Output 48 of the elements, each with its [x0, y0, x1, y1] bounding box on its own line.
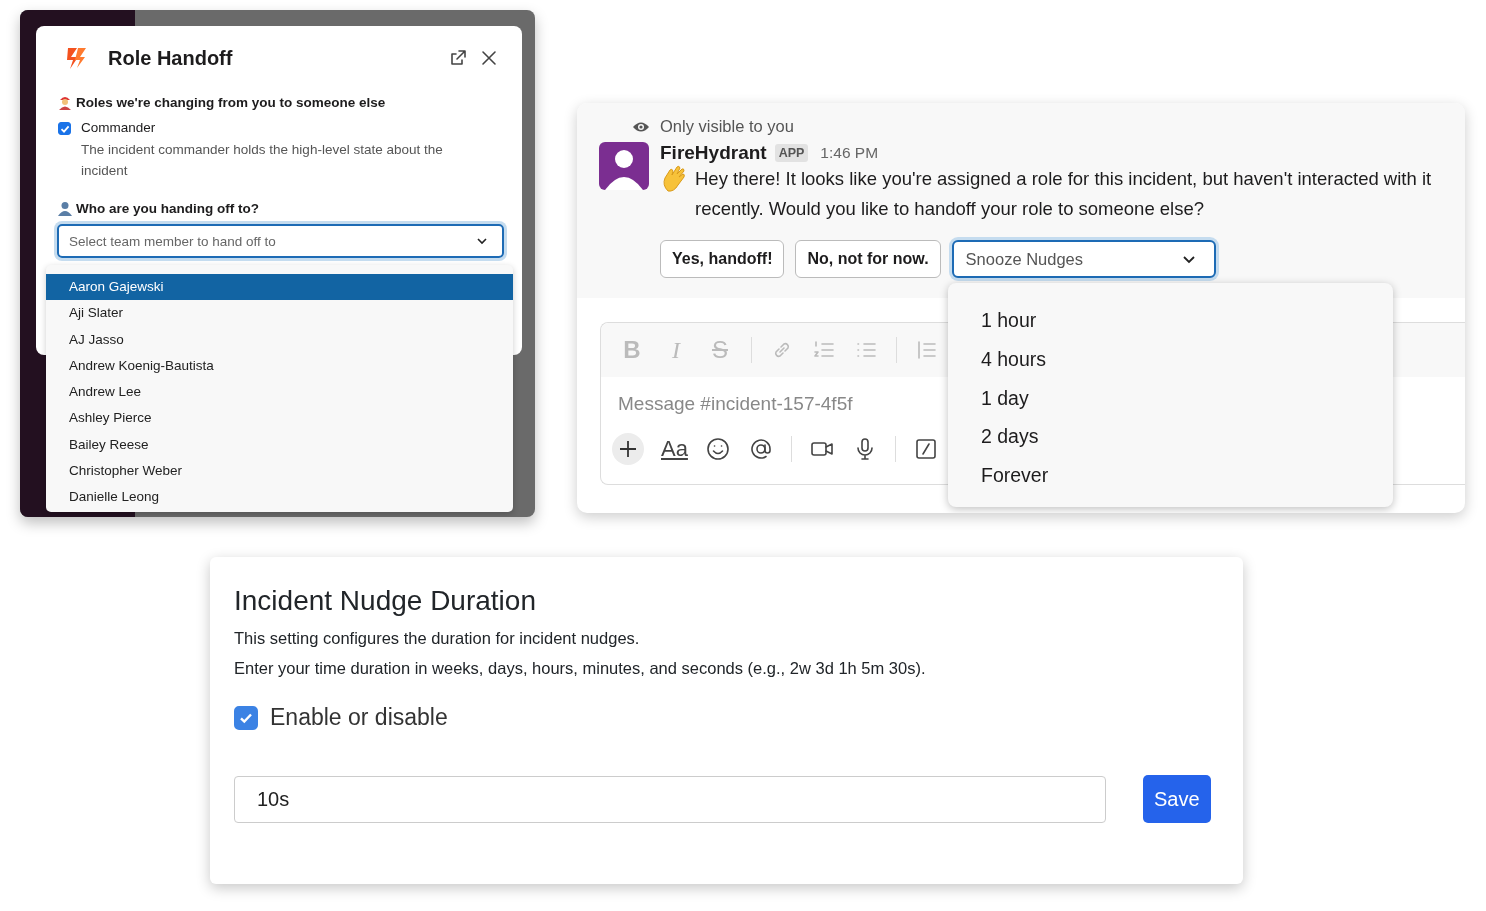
checkbox-label: Enable or disable — [270, 704, 448, 731]
action-button[interactable]: Yes, handoff! — [660, 240, 785, 278]
chevron-down-icon — [476, 235, 488, 247]
emoji-icon[interactable] — [704, 436, 731, 462]
checkbox[interactable] — [234, 705, 258, 730]
dropdown-option[interactable]: 1 hour — [948, 301, 1393, 340]
role-name: Commander — [81, 120, 157, 135]
message-text: Hey there! It looks like you're assigned a role for this incident, but haven't interacted with it recently. Would you like to handoff your role to someone else? — [695, 167, 1433, 221]
message-input[interactable]: Message #incident-157-4f5f — [618, 393, 853, 415]
dropdown-option[interactable]: Andrew Koenig-Bautista — [46, 352, 513, 380]
check-icon — [59, 123, 70, 134]
visibility-note: Only visible to you — [660, 117, 794, 136]
close-icon[interactable] — [480, 49, 498, 67]
avatar-icon — [599, 142, 649, 190]
plus-icon[interactable] — [612, 433, 644, 465]
settings-title: Incident Nudge Duration — [234, 585, 537, 617]
checkbox[interactable] — [58, 122, 71, 135]
firefighter-icon — [58, 94, 72, 110]
app-badge: APP — [774, 144, 809, 162]
timestamp: 1:46 PM — [820, 144, 879, 162]
select-field[interactable]: Snooze Nudges — [951, 240, 1216, 278]
dropdown-option[interactable]: 1 day — [948, 378, 1393, 418]
person-icon — [58, 201, 72, 216]
dropdown-option[interactable]: Bailey Reese — [46, 431, 513, 459]
save-button[interactable]: Save — [1143, 775, 1211, 823]
dropdown-option[interactable]: AJ Jasso — [46, 326, 513, 353]
external-link-icon[interactable] — [449, 49, 467, 67]
duration-field[interactable]: 10s — [234, 775, 1106, 823]
dropdown-option[interactable]: Forever — [948, 456, 1393, 495]
dropdown-option[interactable]: 4 hours — [948, 339, 1393, 379]
dropdown-option[interactable]: Andrew Lee — [46, 379, 513, 406]
sender-name: FireHydrant — [660, 142, 767, 164]
action-button[interactable]: No, not for now. — [795, 240, 941, 278]
text-format-button[interactable]: Aa — [661, 436, 688, 462]
dropdown-option[interactable]: Ashley Pierce — [46, 405, 513, 432]
section-heading: Roles we're changing from you to someone else — [76, 94, 386, 110]
dropdown-option[interactable]: Aaron Gajewski — [46, 274, 513, 301]
dropdown-option[interactable]: Christopher Weber — [46, 458, 513, 485]
modal-title: Role Handoff — [108, 46, 234, 70]
settings-hint: Enter your time duration in weeks, days, hours, minutes, and seconds (e.g., 2w 3d 1h 5m 30s). — [234, 659, 927, 678]
role-description: The incident commander holds the high-level state about the incident — [81, 141, 444, 180]
select-field[interactable]: Select team member to hand off to — [57, 224, 504, 258]
section-heading: Who are you handing off to? — [76, 201, 259, 216]
settings-description: This setting configures the duration for incident nudges. — [234, 629, 641, 648]
dropdown-option[interactable]: 2 days — [948, 417, 1393, 457]
dropdown-option[interactable]: Danielle Leong — [46, 484, 513, 511]
eye-icon — [632, 120, 650, 133]
dropdown-option[interactable]: Aji Slater — [46, 300, 513, 327]
